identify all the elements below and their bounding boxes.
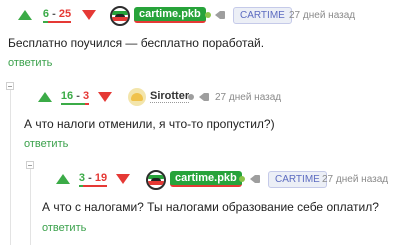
upvote-button[interactable] (56, 174, 70, 184)
tag-icon (250, 175, 260, 183)
reply-link[interactable]: ответить (24, 138, 68, 150)
collapse-thread-button[interactable] (6, 82, 14, 90)
reply-link[interactable]: ответить (42, 222, 86, 234)
score-display: 16 - 3 (57, 90, 93, 105)
vote-widget: 6 - 25 (12, 4, 102, 26)
upvote-button[interactable] (18, 10, 32, 20)
vote-widget: 3 - 19 (50, 168, 136, 190)
comment-text: А что налоги отменили, я что-то пропусти… (24, 117, 275, 131)
tag-icon (215, 11, 225, 19)
group-badge[interactable]: CARTIME (268, 171, 327, 188)
timestamp[interactable]: 27 дней назад (322, 174, 388, 185)
online-status-dot (239, 176, 245, 182)
score-display: 6 - 25 (39, 8, 75, 23)
avatar[interactable] (110, 6, 130, 26)
upvote-button[interactable] (38, 92, 52, 102)
comment-text: А что с налогами? Ты налогами образовани… (42, 200, 379, 214)
score-minus: 19 (94, 171, 108, 184)
username-link[interactable]: cartime.pkb (134, 7, 206, 23)
score-display: 3 - 19 (75, 172, 111, 187)
reply-link[interactable]: ответить (8, 57, 52, 69)
thread-line-level-1 (10, 86, 11, 245)
username-link[interactable]: cartime.pkb (170, 171, 242, 187)
avatar[interactable] (146, 170, 166, 190)
comment-text: Бесплатно поучился — бесплатно поработай… (8, 36, 265, 50)
downvote-button[interactable] (82, 10, 96, 20)
timestamp[interactable]: 27 дней назад (289, 10, 355, 21)
vote-widget: 16 - 3 (32, 86, 118, 108)
timestamp[interactable]: 27 дней назад (215, 92, 281, 103)
collapse-thread-button[interactable] (26, 161, 34, 169)
username-link[interactable]: Sirotter (150, 90, 190, 103)
online-status-dot (188, 94, 194, 100)
score-plus: 16 (60, 89, 74, 102)
score-minus: 25 (58, 7, 72, 20)
online-status-dot (205, 12, 211, 18)
tag-icon (199, 93, 209, 101)
downvote-button[interactable] (98, 92, 112, 102)
avatar[interactable] (128, 88, 146, 106)
group-badge[interactable]: CARTIME (233, 7, 292, 24)
thread-line-level-2 (30, 165, 31, 245)
score-minus: 3 (82, 89, 90, 102)
downvote-button[interactable] (116, 174, 130, 184)
